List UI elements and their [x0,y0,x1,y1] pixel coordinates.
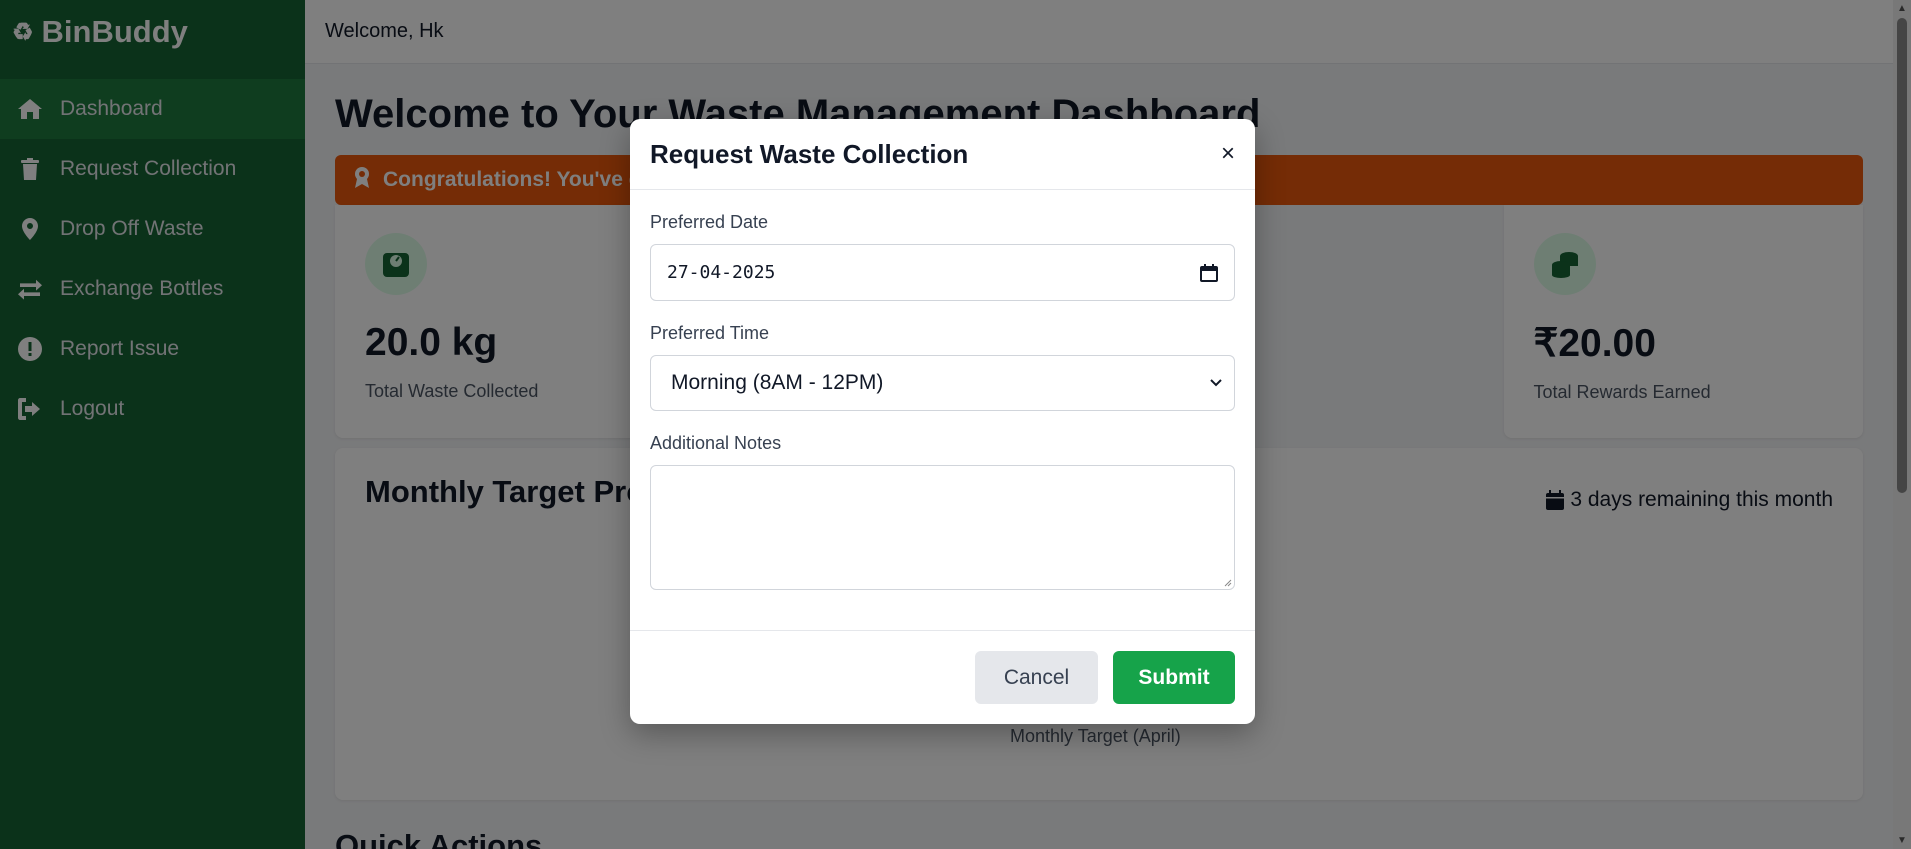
close-button[interactable]: × [1221,142,1235,166]
modal-body: Preferred Date 27-04-2025 Preferred Time… [630,212,1255,590]
submit-button[interactable]: Submit [1113,651,1235,704]
resize-grip-icon[interactable] [1222,577,1232,587]
calendar-icon[interactable] [1200,263,1218,282]
time-value: Morning (8AM - 12PM) [671,371,884,394]
preferred-date-input[interactable]: 27-04-2025 [650,244,1235,301]
date-value: 27-04-2025 [667,262,776,283]
modal-header: Request Waste Collection × [630,119,1255,190]
chevron-down-icon [1210,379,1222,387]
time-label: Preferred Time [650,323,770,343]
additional-notes-textarea[interactable] [650,465,1235,590]
preferred-time-select[interactable]: Morning (8AM - 12PM) [650,355,1235,411]
date-label: Preferred Date [650,212,769,232]
request-collection-modal: Request Waste Collection × Preferred Dat… [630,119,1255,724]
modal-footer: Cancel Submit [630,630,1255,724]
notes-label: Additional Notes [650,433,782,453]
cancel-button[interactable]: Cancel [975,651,1098,704]
modal-title: Request Waste Collection [650,138,969,169]
